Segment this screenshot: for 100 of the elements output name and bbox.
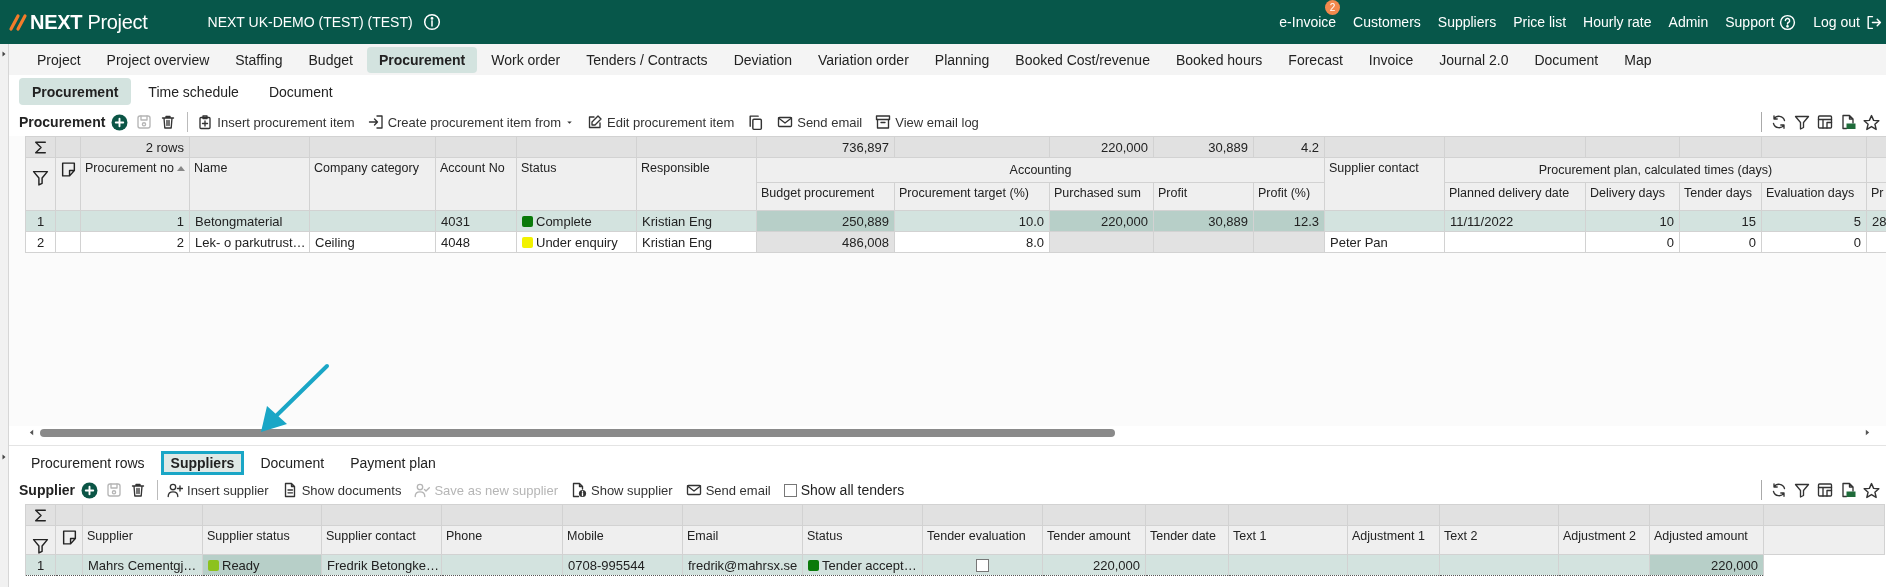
toolbar-button[interactable]: Insert supplier bbox=[167, 482, 269, 498]
column-header[interactable]: Planned delivery date bbox=[1444, 182, 1586, 211]
header-link[interactable]: e-Invoice bbox=[1279, 14, 1337, 30]
column-header[interactable]: Email bbox=[682, 525, 803, 555]
column-header[interactable]: Profit (%) bbox=[1253, 182, 1325, 211]
column-header[interactable]: Adjusted amount bbox=[1649, 525, 1764, 555]
toolbar-button[interactable]: Edit procurement item bbox=[587, 114, 735, 130]
column-header[interactable]: Supplier bbox=[82, 525, 203, 555]
column-header[interactable]: Budget procurement bbox=[756, 182, 895, 211]
column-header[interactable]: Evaluation days bbox=[1761, 182, 1867, 211]
header-link[interactable]: Log out bbox=[1813, 13, 1882, 31]
toolbar-button[interactable]: View email log bbox=[875, 114, 979, 130]
column-header[interactable]: Status bbox=[802, 525, 923, 555]
filter-icon[interactable] bbox=[1794, 482, 1810, 498]
toolbar-button[interactable]: Create procurement item from bbox=[367, 114, 575, 130]
toolbar-button[interactable]: Send email bbox=[685, 482, 771, 498]
column-header[interactable]: Company category bbox=[309, 157, 436, 211]
star-icon[interactable] bbox=[1863, 481, 1880, 499]
toolbar-button[interactable]: Send email bbox=[777, 114, 863, 130]
filter-icon[interactable] bbox=[32, 537, 49, 554]
tab[interactable]: Procurement bbox=[366, 46, 478, 73]
toolbar-button[interactable]: Show documents bbox=[281, 482, 402, 498]
tab[interactable]: Work order bbox=[479, 46, 573, 73]
spreadsheet-file-icon[interactable] bbox=[1840, 114, 1856, 130]
column-header[interactable]: Adjustment 2 bbox=[1558, 525, 1650, 555]
tab[interactable]: Staffing bbox=[223, 46, 295, 73]
tab[interactable]: Planning bbox=[922, 46, 1002, 73]
checkbox[interactable] bbox=[783, 483, 797, 497]
tab[interactable]: Document bbox=[1522, 46, 1611, 73]
header-link[interactable]: Price list bbox=[1513, 14, 1567, 30]
column-header[interactable]: Tender amount bbox=[1042, 525, 1146, 555]
toolbar-button[interactable]: Show supplier bbox=[571, 482, 673, 498]
column-header[interactable]: Profit bbox=[1153, 182, 1254, 211]
add-button[interactable] bbox=[81, 481, 98, 499]
header-link[interactable]: Admin bbox=[1668, 14, 1709, 30]
tab[interactable]: Booked hours bbox=[1163, 46, 1275, 73]
tab[interactable]: Variation order bbox=[806, 46, 921, 73]
column-header[interactable]: Mobile bbox=[562, 525, 683, 555]
column-header[interactable]: Supplier status bbox=[202, 525, 322, 555]
star-icon[interactable] bbox=[1863, 113, 1880, 131]
column-header[interactable]: Supplier contact bbox=[1324, 157, 1445, 211]
sort-icon[interactable] bbox=[176, 166, 185, 172]
tab[interactable]: Deviation bbox=[721, 46, 804, 73]
column-header[interactable]: Purchased sum bbox=[1049, 182, 1154, 211]
table-icon[interactable] bbox=[1817, 482, 1833, 498]
tab[interactable]: Budget bbox=[296, 46, 365, 73]
column-header[interactable]: Phone bbox=[441, 525, 563, 555]
tab[interactable]: Document bbox=[250, 451, 335, 475]
column-header[interactable]: Text 1 bbox=[1228, 525, 1348, 555]
tab[interactable]: Project bbox=[25, 46, 93, 73]
delete-button[interactable] bbox=[160, 114, 177, 130]
column-header[interactable]: Tender date bbox=[1145, 525, 1229, 555]
column-header[interactable]: Procurement target (%) bbox=[894, 182, 1050, 211]
column-header[interactable]: Text 2 bbox=[1439, 525, 1559, 555]
tab[interactable]: Tenders / Contracts bbox=[574, 46, 720, 73]
tab[interactable]: Payment plan bbox=[340, 451, 446, 475]
tab[interactable]: Time schedule bbox=[135, 78, 252, 105]
refresh-icon[interactable] bbox=[1771, 114, 1787, 130]
note-icon[interactable] bbox=[60, 529, 78, 546]
tab[interactable]: Project overview bbox=[94, 46, 222, 73]
header-link[interactable]: Suppliers bbox=[1437, 14, 1497, 30]
header-link[interactable]: Customers bbox=[1353, 14, 1421, 30]
header-link[interactable]: Support bbox=[1725, 13, 1797, 31]
tab[interactable]: Journal 2.0 bbox=[1427, 46, 1521, 73]
tab[interactable]: Map bbox=[1612, 46, 1664, 73]
tab[interactable]: Suppliers bbox=[160, 451, 245, 475]
sigma-icon[interactable] bbox=[32, 506, 49, 524]
info-icon[interactable] bbox=[422, 13, 441, 31]
scroll-left-icon[interactable] bbox=[27, 428, 36, 437]
column-header[interactable]: Tender days bbox=[1679, 182, 1762, 211]
scroll-right-icon[interactable] bbox=[1863, 428, 1872, 437]
column-header[interactable]: Tender evaluation bbox=[922, 525, 1043, 555]
expand-icon[interactable] bbox=[0, 453, 8, 461]
column-header[interactable]: Delivery days bbox=[1585, 182, 1680, 211]
checkbox[interactable] bbox=[976, 558, 989, 572]
add-button[interactable] bbox=[111, 113, 129, 131]
column-header[interactable]: Name bbox=[189, 157, 310, 211]
header-link[interactable]: Hourly rate bbox=[1583, 14, 1652, 30]
tab[interactable]: Booked Cost/revenue bbox=[1003, 46, 1162, 73]
expand-icon[interactable] bbox=[0, 50, 8, 58]
sigma-icon[interactable] bbox=[32, 138, 49, 156]
column-header[interactable]: Account No bbox=[435, 157, 517, 211]
tab[interactable]: Procurement bbox=[19, 78, 132, 105]
column-header[interactable]: Responsible bbox=[636, 157, 757, 211]
tab[interactable]: Invoice bbox=[1356, 46, 1426, 73]
refresh-icon[interactable] bbox=[1771, 482, 1787, 498]
toolbar-button[interactable]: Insert procurement item bbox=[197, 114, 355, 130]
filter-icon[interactable] bbox=[1794, 114, 1810, 130]
spreadsheet-file-icon[interactable] bbox=[1840, 482, 1856, 498]
tab[interactable]: Forecast bbox=[1276, 46, 1355, 73]
column-header[interactable]: Adjustment 1 bbox=[1347, 525, 1440, 555]
copy-button[interactable] bbox=[747, 113, 765, 131]
table-icon[interactable] bbox=[1817, 114, 1833, 130]
delete-button[interactable] bbox=[130, 482, 146, 498]
column-header[interactable]: Supplier contact bbox=[321, 525, 442, 555]
tab[interactable]: Procurement rows bbox=[21, 451, 155, 475]
note-icon[interactable] bbox=[59, 161, 77, 178]
column-header[interactable]: Procurement no bbox=[80, 157, 190, 211]
filter-icon[interactable] bbox=[32, 169, 49, 186]
tab[interactable]: Document bbox=[255, 78, 346, 105]
